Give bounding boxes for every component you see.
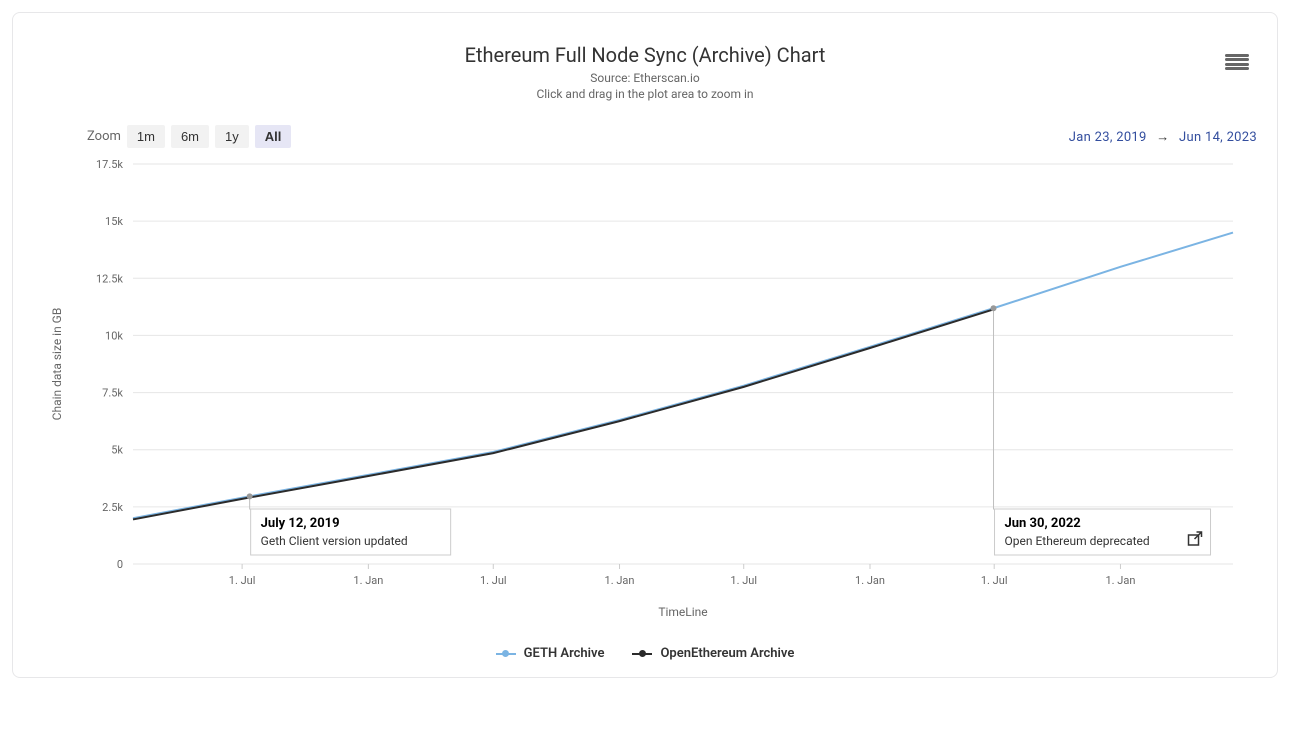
- zoom-all-button[interactable]: All: [255, 125, 292, 148]
- legend-swatch-oe: [632, 653, 652, 655]
- svg-text:1. Jan: 1. Jan: [1105, 574, 1135, 587]
- legend-item-oe[interactable]: OpenEthereum Archive: [632, 646, 794, 661]
- chart-menu-icon[interactable]: [1225, 51, 1249, 73]
- svg-text:1. Jan: 1. Jan: [605, 574, 635, 587]
- zoom-1m-button[interactable]: 1m: [127, 125, 165, 148]
- svg-text:Open Ethereum deprecated: Open Ethereum deprecated: [1005, 534, 1150, 548]
- chart-hint: Click and drag in the plot area to zoom …: [33, 87, 1257, 101]
- legend-label-oe: OpenEthereum Archive: [660, 646, 794, 661]
- svg-text:12.5k: 12.5k: [96, 272, 123, 285]
- zoom-label: Zoom: [87, 129, 121, 144]
- svg-text:TimeLine: TimeLine: [658, 605, 707, 619]
- date-to: Jun 14, 2023: [1179, 130, 1257, 145]
- svg-text:15k: 15k: [105, 215, 123, 228]
- svg-text:Chain data size in GB: Chain data size in GB: [50, 308, 64, 421]
- svg-text:1. Jan: 1. Jan: [855, 574, 885, 587]
- svg-text:2.5k: 2.5k: [102, 501, 123, 514]
- svg-text:5k: 5k: [111, 444, 123, 457]
- svg-text:Geth Client version updated: Geth Client version updated: [261, 534, 408, 548]
- chart-source: Source: Etherscan.io: [33, 71, 1257, 85]
- chart-plot-area[interactable]: 0 2.5k 5k 7.5k 10k 12.5k 15k 17.5k 1. Jul 1. Jan 1…: [33, 154, 1257, 634]
- legend-item-geth[interactable]: GETH Archive: [496, 646, 605, 661]
- date-range[interactable]: Jan 23, 2019 → Jun 14, 2023: [1069, 129, 1257, 145]
- svg-text:10k: 10k: [105, 329, 123, 342]
- svg-text:7.5k: 7.5k: [102, 387, 123, 400]
- zoom-6m-button[interactable]: 6m: [171, 125, 209, 148]
- svg-text:1. Jul: 1. Jul: [981, 574, 1008, 587]
- legend-swatch-geth: [496, 653, 516, 655]
- legend-label-geth: GETH Archive: [524, 646, 605, 661]
- zoom-group: Zoom 1m 6m 1y All: [87, 125, 291, 148]
- date-from: Jan 23, 2019: [1069, 130, 1147, 145]
- arrow-right-icon: →: [1156, 130, 1169, 145]
- svg-text:Jun 30, 2022: Jun 30, 2022: [1005, 516, 1081, 531]
- svg-text:1. Jul: 1. Jul: [480, 574, 507, 587]
- chart-title: Ethereum Full Node Sync (Archive) Chart: [33, 43, 1257, 67]
- svg-text:17.5k: 17.5k: [96, 158, 123, 171]
- svg-text:1. Jul: 1. Jul: [730, 574, 757, 587]
- chart-legend: GETH Archive OpenEthereum Archive: [33, 646, 1257, 661]
- svg-text:0: 0: [117, 558, 123, 571]
- zoom-1y-button[interactable]: 1y: [215, 125, 249, 148]
- chart-card: Ethereum Full Node Sync (Archive) Chart …: [12, 12, 1278, 678]
- chart-svg: 0 2.5k 5k 7.5k 10k 12.5k 15k 17.5k 1. Jul 1. Jan 1…: [33, 154, 1243, 634]
- svg-text:1. Jul: 1. Jul: [229, 574, 256, 587]
- chart-controls: Zoom 1m 6m 1y All Jan 23, 2019 → Jun 14,…: [87, 125, 1257, 148]
- svg-text:July 12, 2019: July 12, 2019: [261, 516, 340, 531]
- svg-text:1. Jan: 1. Jan: [353, 574, 383, 587]
